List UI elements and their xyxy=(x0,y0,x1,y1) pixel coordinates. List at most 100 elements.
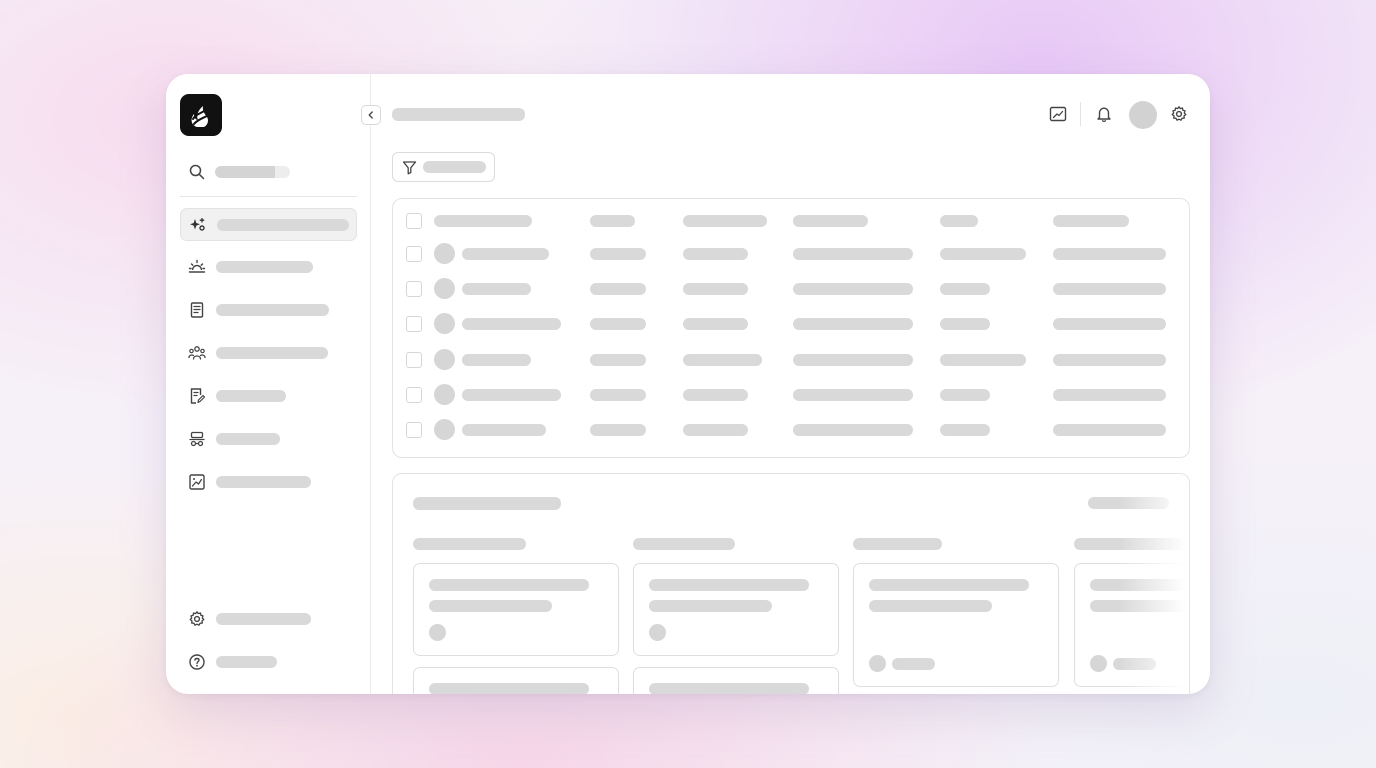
sparkles-icon xyxy=(189,216,207,234)
page-title-skeleton xyxy=(392,108,525,121)
card-title-skeleton xyxy=(429,683,589,694)
table-cell-skeleton xyxy=(683,354,762,366)
board-column-header-skeleton xyxy=(853,538,942,550)
row-avatar xyxy=(434,313,455,334)
column-header-skeleton xyxy=(434,215,532,227)
help-icon xyxy=(188,653,206,671)
filter-button[interactable] xyxy=(392,152,495,182)
row-checkbox[interactable] xyxy=(406,352,422,368)
table-cell-skeleton xyxy=(683,318,748,330)
card-subtitle-skeleton xyxy=(429,600,552,612)
chevron-left-icon xyxy=(368,111,373,119)
document-list-icon xyxy=(188,301,206,319)
sidebar-item-6[interactable] xyxy=(180,423,357,456)
board-card[interactable] xyxy=(413,667,619,694)
sidebar-item-2[interactable] xyxy=(180,251,357,284)
board-card[interactable] xyxy=(633,667,839,694)
table-cell-skeleton xyxy=(590,283,646,295)
board-column-header-skeleton xyxy=(633,538,735,550)
table-cell-skeleton xyxy=(793,248,913,260)
table-cell-skeleton xyxy=(1053,354,1166,366)
topbar-divider xyxy=(1080,102,1081,126)
table-cell-skeleton xyxy=(1053,424,1166,436)
table-cell-skeleton xyxy=(683,424,748,436)
table-cell-skeleton xyxy=(462,354,531,366)
row-checkbox[interactable] xyxy=(406,422,422,438)
collapse-sidebar-button[interactable] xyxy=(361,105,381,125)
sidebar-item-label-skeleton xyxy=(216,261,313,273)
sidebar-item-label-skeleton xyxy=(216,347,328,359)
sidebar-settings[interactable] xyxy=(180,603,357,636)
sidebar-item-label-skeleton xyxy=(216,433,280,445)
table-cell-skeleton xyxy=(683,389,748,401)
board-panel xyxy=(392,473,1190,694)
avatar[interactable] xyxy=(1129,101,1157,129)
chart-icon xyxy=(188,473,206,491)
row-avatar xyxy=(434,278,455,299)
board-card[interactable] xyxy=(413,563,619,656)
team-icon xyxy=(188,344,206,362)
table-cell-skeleton xyxy=(590,354,646,366)
table-cell-skeleton xyxy=(590,424,646,436)
board-column-header-skeleton xyxy=(413,538,526,550)
table-cell-skeleton xyxy=(940,354,1026,366)
card-subtitle-skeleton xyxy=(649,600,772,612)
filter-label-skeleton xyxy=(423,161,486,173)
table-cell-skeleton xyxy=(1053,283,1166,295)
row-avatar xyxy=(434,384,455,405)
flame-logo-icon xyxy=(191,106,210,127)
sidebar-help[interactable] xyxy=(180,646,357,679)
table-cell-skeleton xyxy=(462,424,546,436)
table-cell-skeleton xyxy=(793,283,913,295)
table-cell-skeleton xyxy=(793,354,913,366)
row-checkbox[interactable] xyxy=(406,246,422,262)
table-cell-skeleton xyxy=(462,283,531,295)
table-cell-skeleton xyxy=(590,389,646,401)
table-cell-skeleton xyxy=(683,248,748,260)
row-checkbox[interactable] xyxy=(406,387,422,403)
table-cell-skeleton xyxy=(1053,389,1166,401)
column-header-skeleton xyxy=(940,215,978,227)
bell-icon[interactable] xyxy=(1095,105,1113,123)
table-cell-skeleton xyxy=(793,424,913,436)
sidebar-item-7[interactable] xyxy=(180,466,357,499)
row-checkbox[interactable] xyxy=(406,316,422,332)
card-title-skeleton xyxy=(649,683,809,694)
row-avatar xyxy=(434,419,455,440)
table-cell-skeleton xyxy=(462,248,549,260)
table-cell-skeleton xyxy=(940,283,990,295)
sidebar-item-3[interactable] xyxy=(180,294,357,327)
sidebar-item-label-skeleton xyxy=(216,390,286,402)
table-cell-skeleton xyxy=(940,318,990,330)
card-meta-skeleton xyxy=(892,658,935,670)
board-scroll-fade xyxy=(1119,474,1189,694)
row-avatar xyxy=(434,349,455,370)
column-header-skeleton xyxy=(590,215,635,227)
gear-icon xyxy=(188,610,206,628)
select-all-checkbox[interactable] xyxy=(406,213,422,229)
sidebar-item-1[interactable] xyxy=(180,208,357,241)
row-avatar xyxy=(434,243,455,264)
card-assignee-dot xyxy=(429,624,446,641)
table-cell-skeleton xyxy=(940,248,1026,260)
table-cell-skeleton xyxy=(683,283,748,295)
board-card[interactable] xyxy=(853,563,1059,687)
table-cell-skeleton xyxy=(462,389,561,401)
card-assignee-dot xyxy=(1090,655,1107,672)
sidebar-item-4[interactable] xyxy=(180,337,357,370)
gear-icon[interactable] xyxy=(1170,105,1188,123)
sunrise-icon xyxy=(188,258,206,276)
board-card[interactable] xyxy=(633,563,839,656)
chart-icon[interactable] xyxy=(1049,105,1067,123)
app-logo[interactable] xyxy=(180,94,222,136)
vehicle-icon xyxy=(188,430,206,448)
card-assignee-dot xyxy=(649,624,666,641)
row-checkbox[interactable] xyxy=(406,281,422,297)
search-icon xyxy=(188,163,206,181)
table-cell-skeleton xyxy=(793,318,913,330)
sidebar-item-label-skeleton xyxy=(216,304,329,316)
card-title-skeleton xyxy=(649,579,809,591)
sidebar-item-5[interactable] xyxy=(180,380,357,413)
search-placeholder-skeleton xyxy=(215,166,290,178)
board-title-skeleton xyxy=(413,497,561,510)
